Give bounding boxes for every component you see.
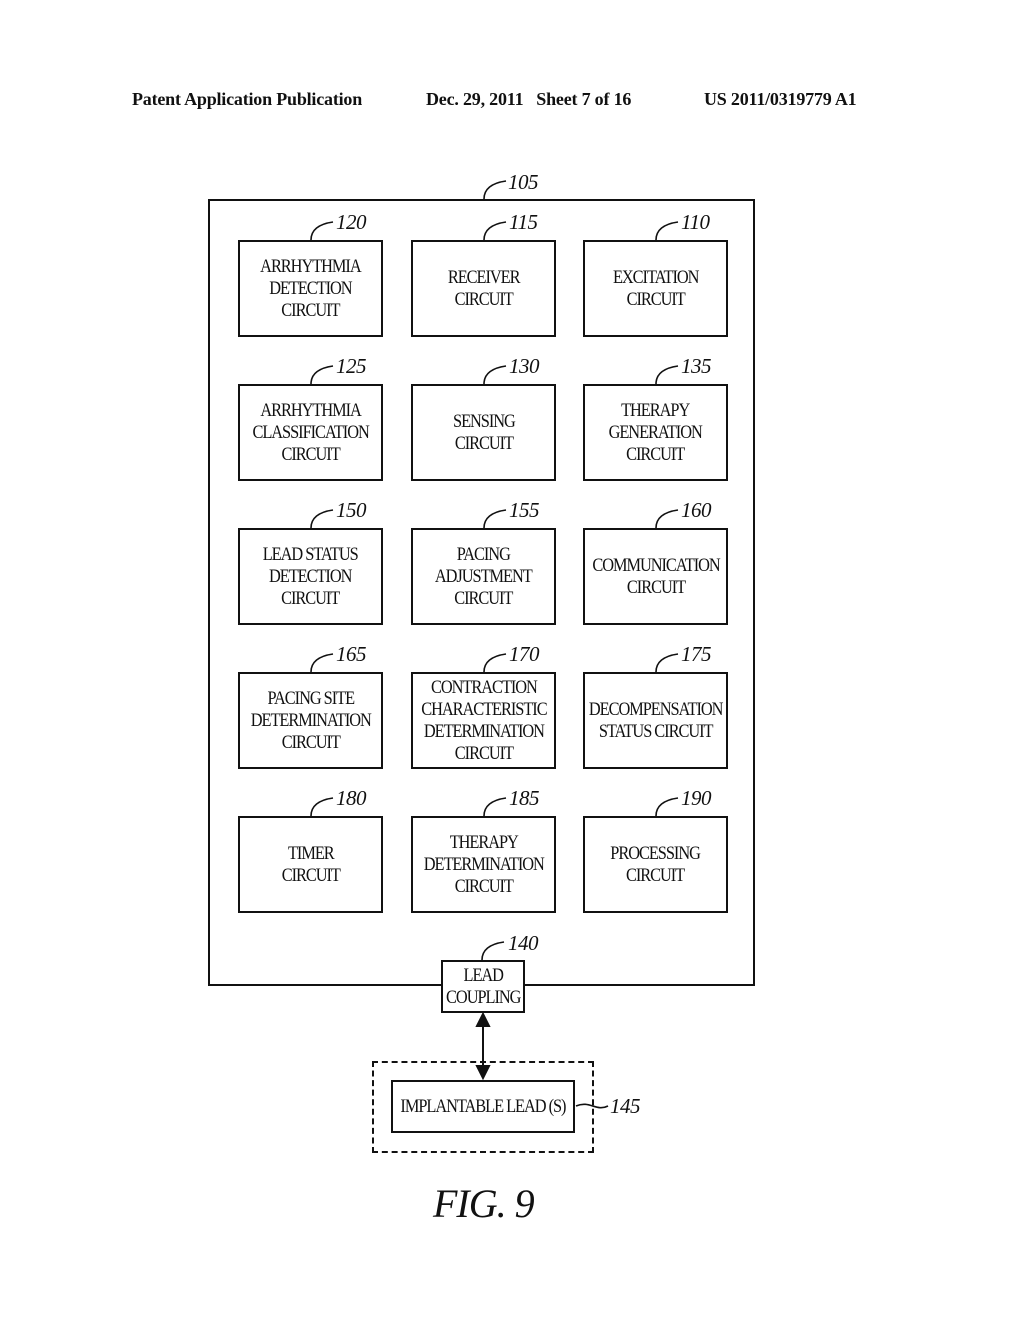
circuit-block-135: THERAPY GENERATION CIRCUIT: [583, 384, 728, 481]
ref-label-185: 185: [509, 786, 540, 810]
circuit-block-label: ARRHYTHMIA DETECTION CIRCUIT: [260, 255, 361, 321]
circuit-block-150: LEAD STATUS DETECTION CIRCUIT: [238, 528, 383, 625]
ref-label-130: 130: [509, 354, 540, 378]
circuit-block-label: PROCESSING CIRCUIT: [610, 842, 702, 886]
circuit-block-110: EXCITATION CIRCUIT: [583, 240, 728, 337]
circuit-block-label: SENSING CIRCUIT: [452, 410, 516, 454]
circuit-block-115: RECEIVER CIRCUIT: [411, 240, 556, 337]
circuit-block-160: COMMUNICATION CIRCUIT: [583, 528, 728, 625]
circuit-block-label: THERAPY GENERATION CIRCUIT: [608, 399, 703, 465]
circuit-block-label: CONTRACTION CHARACTERISTIC DETERMINATION…: [420, 676, 547, 764]
circuit-block-125: ARRHYTHMIA CLASSIFICATION CIRCUIT: [238, 384, 383, 481]
ref-label-105: 105: [508, 170, 539, 194]
circuit-block-label: LEAD STATUS DETECTION CIRCUIT: [263, 543, 359, 609]
circuit-block-155: PACING ADJUSTMENT CIRCUIT: [411, 528, 556, 625]
figure-label: FIG. 9: [433, 1181, 535, 1226]
ref-label-175: 175: [681, 642, 712, 666]
circuit-block-label: PACING SITE DETERMINATION CIRCUIT: [250, 687, 371, 753]
ref-label-160: 160: [681, 498, 712, 522]
publication-number: US 2011/0319779 A1: [704, 89, 857, 109]
circuit-block-label: RECEIVER CIRCUIT: [447, 266, 521, 310]
circuit-block-label: TIMER CIRCUIT: [281, 842, 340, 886]
circuit-block-175: DECOMPENSATION STATUS CIRCUIT: [583, 672, 728, 769]
lead-coupling-label: LEAD COUPLING: [445, 964, 521, 1008]
circuit-block-label: EXCITATION CIRCUIT: [612, 266, 700, 310]
publication-date-sheet: Dec. 29, 2011 Sheet 7 of 16: [426, 89, 632, 109]
circuit-block-label: THERAPY DETERMINATION CIRCUIT: [423, 831, 544, 897]
ref-label-135: 135: [681, 354, 712, 378]
ref-label-115: 115: [509, 210, 538, 234]
circuit-block-130: SENSING CIRCUIT: [411, 384, 556, 481]
ref-label-145: 145: [610, 1094, 641, 1118]
circuit-block-label: ARRHYTHMIA CLASSIFICATION CIRCUIT: [252, 399, 369, 465]
leader-line-105: [483, 180, 507, 200]
circuit-block-120: ARRHYTHMIA DETECTION CIRCUIT: [238, 240, 383, 337]
circuit-block-190: PROCESSING CIRCUIT: [583, 816, 728, 913]
ref-label-140: 140: [508, 931, 539, 955]
circuit-block-label: COMMUNICATION CIRCUIT: [591, 554, 720, 598]
ref-label-165: 165: [336, 642, 367, 666]
ref-label-190: 190: [681, 786, 712, 810]
circuit-block-label: DECOMPENSATION STATUS CIRCUIT: [588, 698, 724, 742]
circuit-block-label: PACING ADJUSTMENT CIRCUIT: [435, 543, 533, 609]
ref-label-110: 110: [681, 210, 710, 234]
ref-label-180: 180: [336, 786, 367, 810]
circuit-block-165: PACING SITE DETERMINATION CIRCUIT: [238, 672, 383, 769]
ref-label-155: 155: [509, 498, 540, 522]
implantable-lead-label: IMPLANTABLE LEAD (S): [400, 1095, 566, 1117]
ref-label-125: 125: [336, 354, 367, 378]
ref-label-120: 120: [336, 210, 367, 234]
ref-label-170: 170: [509, 642, 540, 666]
publication-type: Patent Application Publication: [132, 89, 363, 109]
lead-coupling-block: LEAD COUPLING: [441, 960, 525, 1013]
circuit-block-170: CONTRACTION CHARACTERISTIC DETERMINATION…: [411, 672, 556, 769]
circuit-block-180: TIMER CIRCUIT: [238, 816, 383, 913]
circuit-block-185: THERAPY DETERMINATION CIRCUIT: [411, 816, 556, 913]
ref-label-150: 150: [336, 498, 367, 522]
implantable-lead-block: IMPLANTABLE LEAD (S): [391, 1080, 575, 1133]
